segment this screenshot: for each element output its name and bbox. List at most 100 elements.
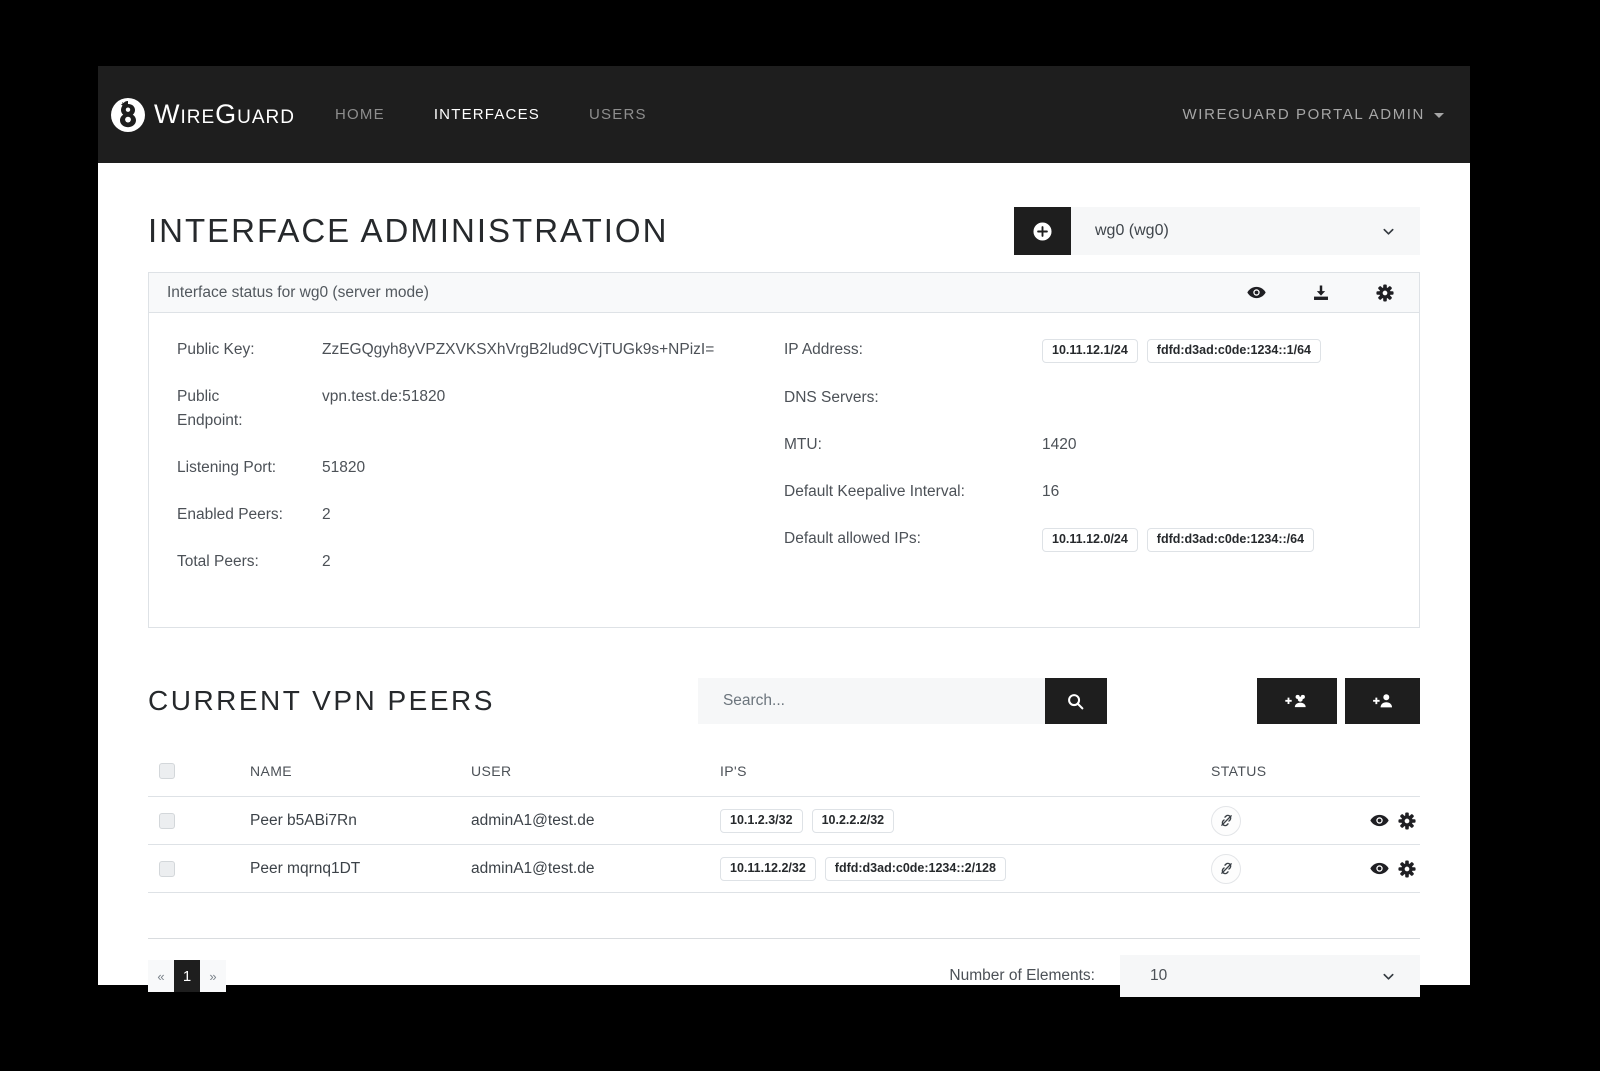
- field-value: 51820: [322, 456, 365, 480]
- status-field-row: MTU:1420: [784, 433, 1391, 457]
- field-value: 10.11.12.0/24 fdfd:d3ad:c0de:1234::/64: [1042, 527, 1323, 552]
- ip-badge: fdfd:d3ad:c0de:1234::/64: [1147, 528, 1314, 552]
- view-peer-button[interactable]: [1370, 859, 1389, 878]
- card-header: Interface status for wg0 (server mode): [149, 273, 1419, 313]
- interface-select[interactable]: wg0 (wg0): [1071, 207, 1420, 255]
- status-field-row: Public Key: ZzEGQgyh8yVPZXVKSXhVrgB2lud9C…: [177, 338, 784, 362]
- link-slash-icon: [1219, 813, 1234, 828]
- field-label: Default allowed IPs:: [784, 527, 1024, 551]
- gear-icon: [1376, 284, 1394, 302]
- field-value: ZzEGQgyh8yVPZXVKSXhVrgB2lud9CVjTUGk9s+NP…: [322, 338, 714, 362]
- brand[interactable]: WireGuard: [110, 97, 295, 133]
- add-interface-button[interactable]: [1014, 207, 1071, 255]
- nav-link-interfaces[interactable]: INTERFACES: [434, 106, 540, 123]
- page-nav-button[interactable]: «: [148, 960, 174, 992]
- search-input[interactable]: [698, 678, 1045, 724]
- table-row: Peer mqrnq1DTadminA1@test.de10.11.12.2/3…: [148, 845, 1420, 893]
- peer-name: Peer mqrnq1DT: [250, 845, 471, 893]
- app-window: WireGuard HOME INTERFACES USERS WIREGUARD …: [98, 66, 1470, 985]
- column-header-status: STATUS: [1211, 748, 1338, 797]
- peer-actions-cell: [1338, 797, 1420, 845]
- interface-details-left: Public Key: ZzEGQgyh8yVPZXVKSXhVrgB2lud9C…: [177, 338, 784, 597]
- elements-count-value: 10: [1150, 967, 1167, 985]
- field-label: DNS Servers:: [784, 386, 1024, 410]
- ip-badge: 10.2.2.2/32: [812, 809, 895, 833]
- row-checkbox[interactable]: [159, 861, 175, 877]
- field-value: vpn.test.de:51820: [322, 385, 445, 409]
- field-value: 2: [322, 550, 331, 574]
- nav-link-users[interactable]: USERS: [589, 106, 647, 123]
- column-header-actions: [1338, 748, 1420, 797]
- select-all-checkbox[interactable]: [159, 763, 175, 779]
- status-field-row: DNS Servers:: [784, 386, 1391, 410]
- elements-count-select[interactable]: 10: [1120, 955, 1420, 997]
- caret-down-icon: [1434, 113, 1444, 118]
- row-checkbox[interactable]: [159, 813, 175, 829]
- peer-user: adminA1@test.de: [471, 845, 720, 893]
- select-all-header: [148, 748, 250, 797]
- brand-name: WireGuard: [154, 99, 295, 130]
- eye-icon: [1247, 283, 1266, 302]
- pagination: «1»: [148, 960, 226, 992]
- search-group: [698, 678, 1107, 724]
- ip-badge: 10.11.12.2/32: [720, 857, 816, 881]
- wireguard-logo-icon: [110, 97, 146, 133]
- user-menu-label: WIREGUARD PORTAL ADMIN: [1183, 106, 1425, 123]
- add-users-icon: [1284, 692, 1310, 710]
- user-menu[interactable]: WIREGUARD PORTAL ADMIN: [1183, 106, 1444, 123]
- peers-table: NAME USER IP'S STATUS Peer b5ABi7Rnadmin…: [148, 748, 1420, 893]
- peer-select-cell: [148, 845, 250, 893]
- page-nav-button[interactable]: »: [200, 960, 226, 992]
- ip-badge: fdfd:d3ad:c0de:1234::2/128: [825, 857, 1006, 881]
- plus-circle-icon: [1032, 221, 1053, 242]
- card-title: Interface status for wg0 (server mode): [167, 284, 429, 302]
- ip-badge: fdfd:d3ad:c0de:1234::1/64: [1147, 339, 1321, 363]
- view-config-button[interactable]: [1247, 283, 1266, 302]
- gear-icon: [1398, 860, 1416, 878]
- page-title: INTERFACE ADMINISTRATION: [148, 212, 668, 250]
- table-row: Peer b5ABi7RnadminA1@test.de10.1.2.3/321…: [148, 797, 1420, 845]
- status-field-row: IP Address:10.11.12.1/24fdfd:d3ad:c0de:1…: [784, 338, 1391, 363]
- field-value: 2: [322, 503, 331, 527]
- eye-icon: [1370, 811, 1389, 830]
- column-header-user: USER: [471, 748, 720, 797]
- edit-peer-button[interactable]: [1398, 860, 1416, 878]
- status-field-row: Enabled Peers: 2: [177, 503, 784, 527]
- peer-ips: 10.1.2.3/32 10.2.2.2/32: [720, 797, 1211, 845]
- peer-ips: 10.11.12.2/32 fdfd:d3ad:c0de:1234::2/128: [720, 845, 1211, 893]
- field-label: Public Key:: [177, 338, 289, 362]
- download-config-button[interactable]: [1312, 283, 1330, 302]
- column-header-name: NAME: [250, 748, 471, 797]
- interface-select-value: wg0 (wg0): [1095, 222, 1169, 240]
- edit-interface-button[interactable]: [1376, 283, 1394, 302]
- peers-title: CURRENT VPN PEERS: [148, 685, 495, 717]
- edit-peer-button[interactable]: [1398, 812, 1416, 830]
- interface-details-right: IP Address:10.11.12.1/24fdfd:d3ad:c0de:1…: [784, 338, 1391, 597]
- field-label: Total Peers:: [177, 550, 289, 574]
- elements-count-label: Number of Elements:: [949, 967, 1095, 985]
- field-label: Enabled Peers:: [177, 503, 289, 527]
- link-slash-icon: [1219, 861, 1234, 876]
- status-field-row: Total Peers: 2: [177, 550, 784, 574]
- add-multiple-peers-button[interactable]: [1257, 678, 1337, 724]
- view-peer-button[interactable]: [1370, 811, 1389, 830]
- status-field-row: Public Endpoint:vpn.test.de:51820: [177, 385, 784, 433]
- ip-badge: 10.11.12.1/24: [1042, 339, 1138, 363]
- peer-status-cell: [1211, 845, 1338, 893]
- field-value: 16: [1042, 480, 1059, 504]
- add-peer-button[interactable]: [1345, 678, 1420, 724]
- status-field-row: Default allowed IPs: 10.11.12.0/24 fdfd:d3…: [784, 527, 1391, 552]
- search-icon: [1066, 692, 1085, 711]
- search-button[interactable]: [1045, 678, 1107, 724]
- field-label: Default Keepalive Interval:: [784, 480, 1024, 504]
- ip-badge: 10.1.2.3/32: [720, 809, 803, 833]
- page-number[interactable]: 1: [174, 960, 200, 992]
- footer-divider: [148, 938, 1420, 939]
- ip-badge: 10.11.12.0/24: [1042, 528, 1138, 552]
- gear-icon: [1398, 812, 1416, 830]
- field-value: 1420: [1042, 433, 1076, 457]
- top-navbar: WireGuard HOME INTERFACES USERS WIREGUARD …: [98, 66, 1470, 163]
- nav-link-home[interactable]: HOME: [335, 106, 385, 123]
- interface-selector-group: wg0 (wg0): [1014, 207, 1420, 255]
- status-badge: [1211, 806, 1241, 836]
